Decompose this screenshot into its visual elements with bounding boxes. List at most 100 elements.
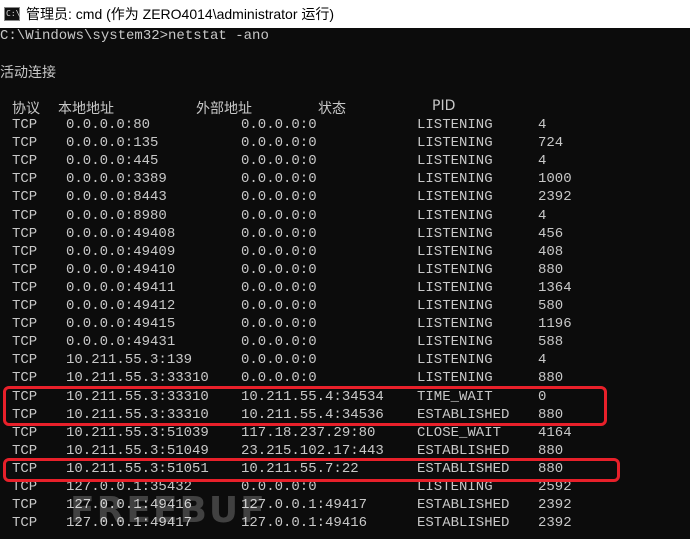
foreign-address-cell: 0.0.0.0:0 — [241, 298, 317, 314]
state-cell: LISTENING — [417, 261, 493, 278]
local-address-cell: 10.211.55.3:51039 — [66, 424, 209, 441]
foreign-address-cell: 0.0.0.0:0 — [241, 279, 317, 296]
pid-cell: 408 — [538, 243, 564, 260]
window-title: 管理员: cmd (作为 ZERO4014\administrator 运行) — [26, 6, 335, 22]
pid-cell: 4 — [538, 117, 547, 133]
table-row: TCP 10.211.55.3:139 0.0.0.0:0 LISTENING 4 — [0, 352, 690, 370]
proto-cell: TCP — [12, 370, 38, 387]
state-cell: ESTABLISHED — [417, 515, 510, 532]
foreign-address-cell: 0.0.0.0:0 — [241, 189, 317, 206]
foreign-address-cell: 23.215.102.17:443 — [241, 442, 384, 459]
table-row: TCP 0.0.0.0:8980 0.0.0.0:0 LISTENING 4 — [0, 208, 690, 226]
state-cell: LISTENING — [417, 225, 493, 242]
local-address-cell: 0.0.0.0:8443 — [66, 189, 167, 206]
pid-cell: 588 — [538, 334, 564, 351]
table-row: TCP 0.0.0.0:49411 0.0.0.0:0 LISTENING 1364 — [0, 280, 690, 298]
pid-cell: 580 — [538, 298, 564, 314]
watermark: FREEBUF — [70, 490, 267, 531]
local-address-cell: 0.0.0.0:445 — [66, 153, 159, 170]
state-cell: LISTENING — [417, 207, 493, 224]
state-cell: LISTENING — [417, 279, 493, 296]
proto-cell: TCP — [12, 279, 38, 296]
table-row: TCP 0.0.0.0:49412 0.0.0.0:0 LISTENING 580 — [0, 298, 690, 316]
pid-cell: 1364 — [538, 279, 572, 296]
proto-cell: TCP — [12, 225, 38, 242]
state-cell: LISTENING — [417, 298, 493, 314]
state-cell: LISTENING — [417, 370, 493, 387]
pid-cell: 2392 — [538, 497, 572, 514]
proto-cell: TCP — [12, 261, 38, 278]
local-address-cell: 0.0.0.0:49409 — [66, 243, 176, 260]
state-cell: LISTENING — [417, 352, 493, 369]
state-cell: LISTENING — [417, 153, 493, 170]
local-address-cell: 10.211.55.3:33310 — [66, 370, 209, 387]
console-output[interactable]: C:\Windows\system32>netstat -ano 活动连接 协议… — [0, 28, 690, 539]
proto-cell: TCP — [12, 352, 38, 369]
header-foreign-address: 外部地址 — [196, 101, 252, 117]
local-address-cell: 0.0.0.0:49410 — [66, 261, 176, 278]
local-address-cell: 0.0.0.0:49412 — [66, 298, 176, 314]
foreign-address-cell: 0.0.0.0:0 — [241, 135, 317, 152]
cmd-icon: C:\ — [4, 7, 20, 21]
proto-cell: TCP — [12, 298, 38, 314]
table-row: TCP 0.0.0.0:445 0.0.0.0:0 LISTENING 4 — [0, 153, 690, 171]
foreign-address-cell: 0.0.0.0:0 — [241, 316, 317, 333]
state-cell: LISTENING — [417, 117, 493, 133]
local-address-cell: 0.0.0.0:80 — [66, 117, 151, 133]
local-address-cell: 0.0.0.0:49431 — [66, 334, 176, 351]
table-row: TCP 0.0.0.0:3389 0.0.0.0:0 LISTENING 1000 — [0, 171, 690, 189]
table-row: TCP 10.211.55.3:51039 117.18.237.29:80 CLOS… — [0, 425, 690, 443]
state-cell: LISTENING — [417, 334, 493, 351]
state-cell: LISTENING — [417, 189, 493, 206]
table-row: TCP 0.0.0.0:8443 0.0.0.0:0 LISTENING 2392 — [0, 189, 690, 207]
pid-cell: 880 — [538, 442, 564, 459]
table-row: TCP 0.0.0.0:135 0.0.0.0:0 LISTENING 724 — [0, 135, 690, 153]
state-cell: ESTABLISHED — [417, 497, 510, 514]
pid-cell: 4 — [538, 207, 547, 224]
state-cell: LISTENING — [417, 243, 493, 260]
header-state: 状态 — [318, 101, 346, 117]
command-line: C:\Windows\system32>netstat -ano — [0, 28, 269, 44]
local-address-cell: 0.0.0.0:49411 — [66, 279, 176, 296]
local-address-cell: 0.0.0.0:135 — [66, 135, 159, 152]
proto-cell: TCP — [12, 153, 38, 170]
highlight-box-51051 — [3, 458, 620, 482]
proto-cell: TCP — [12, 171, 38, 188]
foreign-address-cell: 0.0.0.0:0 — [241, 334, 317, 351]
foreign-address-cell: 0.0.0.0:0 — [241, 171, 317, 188]
proto-cell: TCP — [12, 243, 38, 260]
table-row: TCP 0.0.0.0:49415 0.0.0.0:0 LISTENING 1196 — [0, 316, 690, 334]
proto-cell: TCP — [12, 316, 38, 333]
local-address-cell: 0.0.0.0:3389 — [66, 171, 167, 188]
pid-cell: 2392 — [538, 515, 572, 532]
table-row: TCP 0.0.0.0:49408 0.0.0.0:0 LISTENING 456 — [0, 226, 690, 244]
state-cell: ESTABLISHED — [417, 442, 510, 459]
foreign-address-cell: 0.0.0.0:0 — [241, 117, 317, 133]
pid-cell: 2392 — [538, 189, 572, 206]
proto-cell: TCP — [12, 117, 38, 133]
proto-cell: TCP — [12, 189, 38, 206]
header-pid: PID — [432, 98, 456, 114]
local-address-cell: 10.211.55.3:51049 — [66, 442, 209, 459]
foreign-address-cell: 0.0.0.0:0 — [241, 225, 317, 242]
foreign-address-cell: 117.18.237.29:80 — [241, 424, 376, 441]
pid-cell: 4164 — [538, 424, 572, 441]
pid-cell: 4 — [538, 153, 547, 170]
table-row: TCP 0.0.0.0:80 0.0.0.0:0 LISTENING 4 — [0, 117, 690, 135]
pid-cell: 1196 — [538, 316, 572, 333]
state-cell: LISTENING — [417, 171, 493, 188]
local-address-cell: 10.211.55.3:139 — [66, 352, 193, 369]
local-address-cell: 0.0.0.0:49415 — [66, 316, 176, 333]
foreign-address-cell: 0.0.0.0:0 — [241, 261, 317, 278]
state-cell: LISTENING — [417, 135, 493, 152]
proto-cell: TCP — [12, 442, 38, 459]
foreign-address-cell: 0.0.0.0:0 — [241, 370, 317, 387]
local-address-cell: 0.0.0.0:8980 — [66, 207, 167, 224]
proto-cell: TCP — [12, 135, 38, 152]
proto-cell: TCP — [12, 424, 38, 441]
proto-cell: TCP — [12, 334, 38, 351]
table-row: TCP 0.0.0.0:49409 0.0.0.0:0 LISTENING 408 — [0, 244, 690, 262]
window-titlebar[interactable]: C:\ 管理员: cmd (作为 ZERO4014\administrator … — [0, 0, 690, 28]
foreign-address-cell: 0.0.0.0:0 — [241, 153, 317, 170]
proto-cell: TCP — [12, 497, 38, 514]
